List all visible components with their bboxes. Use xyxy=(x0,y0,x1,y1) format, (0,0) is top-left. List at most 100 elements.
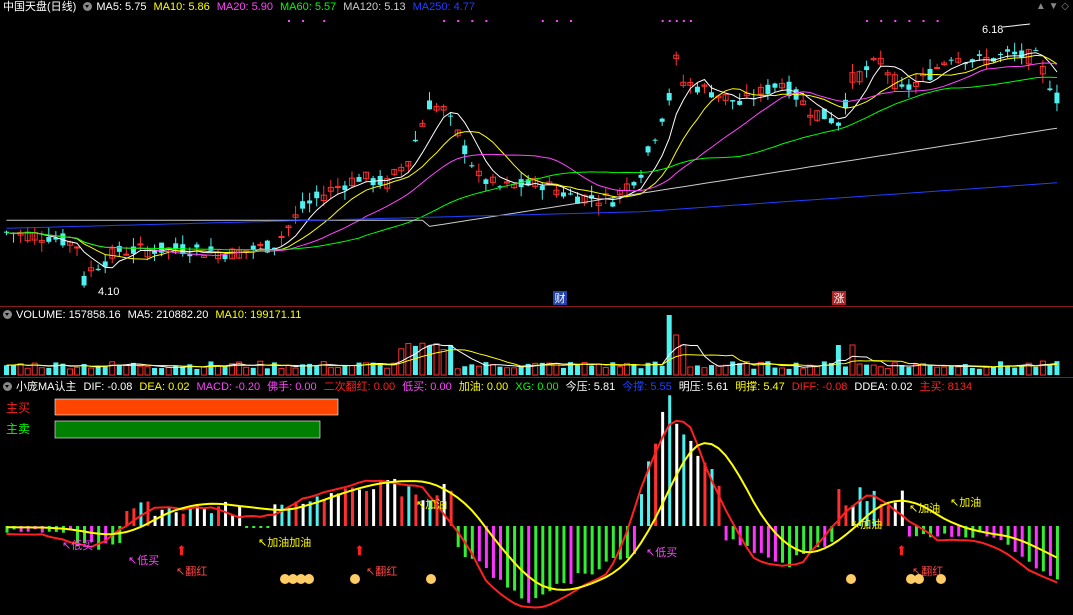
candle-body xyxy=(1012,51,1018,55)
dropdown-icon[interactable] xyxy=(3,310,12,319)
signal-dot xyxy=(880,20,883,22)
ind-label-4: 佛手: 0.00 xyxy=(267,381,317,393)
main-sell-label: 主卖 xyxy=(6,422,30,436)
expand-icon[interactable]: ◇ xyxy=(1061,1,1069,12)
volume-bar xyxy=(433,343,440,376)
volume-bar xyxy=(4,365,9,375)
ind-label-6: 低买: 0.00 xyxy=(402,381,452,393)
macd-bar xyxy=(456,526,460,548)
volume-bar xyxy=(24,367,31,376)
ind-label-12: 明撑: 5.47 xyxy=(735,381,785,393)
candle-body xyxy=(842,99,848,108)
volume-bar xyxy=(1033,366,1039,375)
volume-bar xyxy=(462,366,468,375)
candle-body xyxy=(899,84,905,87)
volume-bar xyxy=(730,361,736,375)
signal-dot xyxy=(866,20,869,22)
hand-icon xyxy=(426,574,436,584)
macd-bar xyxy=(731,526,735,540)
macd-bar xyxy=(266,526,270,528)
volume-bar xyxy=(250,367,256,375)
volume-bar xyxy=(11,364,17,375)
main-sell-bar xyxy=(54,420,321,439)
macd-bar xyxy=(407,486,411,526)
macd-bar xyxy=(491,526,495,578)
signal-dot xyxy=(541,20,544,22)
volume-bar xyxy=(884,368,891,376)
candle-body xyxy=(194,244,200,248)
signal-label: ↖低买 xyxy=(646,546,677,559)
signal-label: ↖加油加油 xyxy=(258,535,311,549)
vol-label-1: MA5: 210882.20 xyxy=(127,309,209,321)
macd-bar xyxy=(97,526,101,550)
candle-body xyxy=(448,115,454,117)
up-arrow-icon[interactable]: ▲ xyxy=(1036,1,1046,12)
candle-body xyxy=(948,59,954,61)
volume-bar xyxy=(243,366,250,376)
ma-label-4: MA120: 5.13 xyxy=(343,1,406,13)
macd-bar xyxy=(167,507,171,526)
macd-bar xyxy=(597,526,601,570)
macd-bar xyxy=(358,489,361,526)
price-panel: 6.18 4.10 财 涨 中国天盘(日线) MA5: 5.75 MA10: 5.86 MA… xyxy=(0,0,1073,306)
volume-bar xyxy=(779,367,785,376)
candle-body xyxy=(116,245,122,252)
volume-bar xyxy=(800,368,807,376)
ind-label-13: DIFF: -0.08 xyxy=(791,381,848,393)
volume-bar xyxy=(616,366,623,376)
candle-body xyxy=(81,275,87,286)
volume-bar xyxy=(74,366,80,376)
signal-dot xyxy=(661,20,664,22)
volume-bar xyxy=(934,366,941,376)
volume-bar xyxy=(152,368,158,375)
volume-bar xyxy=(427,345,432,375)
dropdown-icon[interactable] xyxy=(3,382,12,391)
macd-bar xyxy=(534,526,538,599)
macd-bar xyxy=(759,526,763,553)
volume-bar xyxy=(412,345,418,375)
volume-bar xyxy=(222,365,228,375)
volume-bar xyxy=(638,368,644,375)
macd-bar xyxy=(202,508,206,526)
down-arrow-icon[interactable]: ▼ xyxy=(1049,1,1059,12)
volume-bar xyxy=(180,366,186,375)
volume-bar xyxy=(285,365,292,376)
volume-panel: VOLUME: 157858.16 MA5: 210882.20 MA10: 199… xyxy=(0,307,1073,377)
candle-body xyxy=(483,179,489,184)
volume-bar xyxy=(849,344,856,376)
macd-bar xyxy=(477,526,481,562)
macd-bar xyxy=(209,513,213,526)
signal-dot xyxy=(675,20,678,22)
ma-label-2: MA20: 5.90 xyxy=(216,1,273,13)
volume-bar xyxy=(998,361,1004,375)
volume-bar xyxy=(66,368,73,376)
price-title: 中国天盘(日线) xyxy=(3,1,77,13)
ind-label-9: 今压: 5.81 xyxy=(565,381,616,393)
candle-body xyxy=(95,268,101,271)
ma-label-0: MA5: 5.75 xyxy=(96,1,147,13)
volume-bar xyxy=(772,367,778,375)
up-arrow-icon: ⬆ xyxy=(176,543,187,558)
signal-dot xyxy=(922,20,925,22)
macd-bar xyxy=(541,526,545,595)
macd-bar xyxy=(160,509,164,526)
volume-bar xyxy=(560,367,566,375)
candle-body xyxy=(46,237,52,242)
dea-line xyxy=(6,442,1058,591)
signal-label: ↖加油 xyxy=(416,497,447,511)
volume-bar xyxy=(215,365,221,376)
volume-bar xyxy=(377,363,383,375)
main-buy-label: 主买 xyxy=(6,401,30,415)
candle-body xyxy=(412,139,418,142)
hand-icon xyxy=(846,574,856,584)
candle-body xyxy=(1019,50,1025,58)
main-buy-bar xyxy=(54,398,339,416)
signal-dot xyxy=(302,20,305,22)
candle-body xyxy=(638,174,644,178)
candle-body xyxy=(835,122,841,126)
candle-body xyxy=(709,92,714,98)
volume-bar xyxy=(483,362,489,375)
dropdown-icon[interactable] xyxy=(83,2,93,11)
signal-dot xyxy=(485,20,488,22)
candle-body xyxy=(356,176,362,182)
